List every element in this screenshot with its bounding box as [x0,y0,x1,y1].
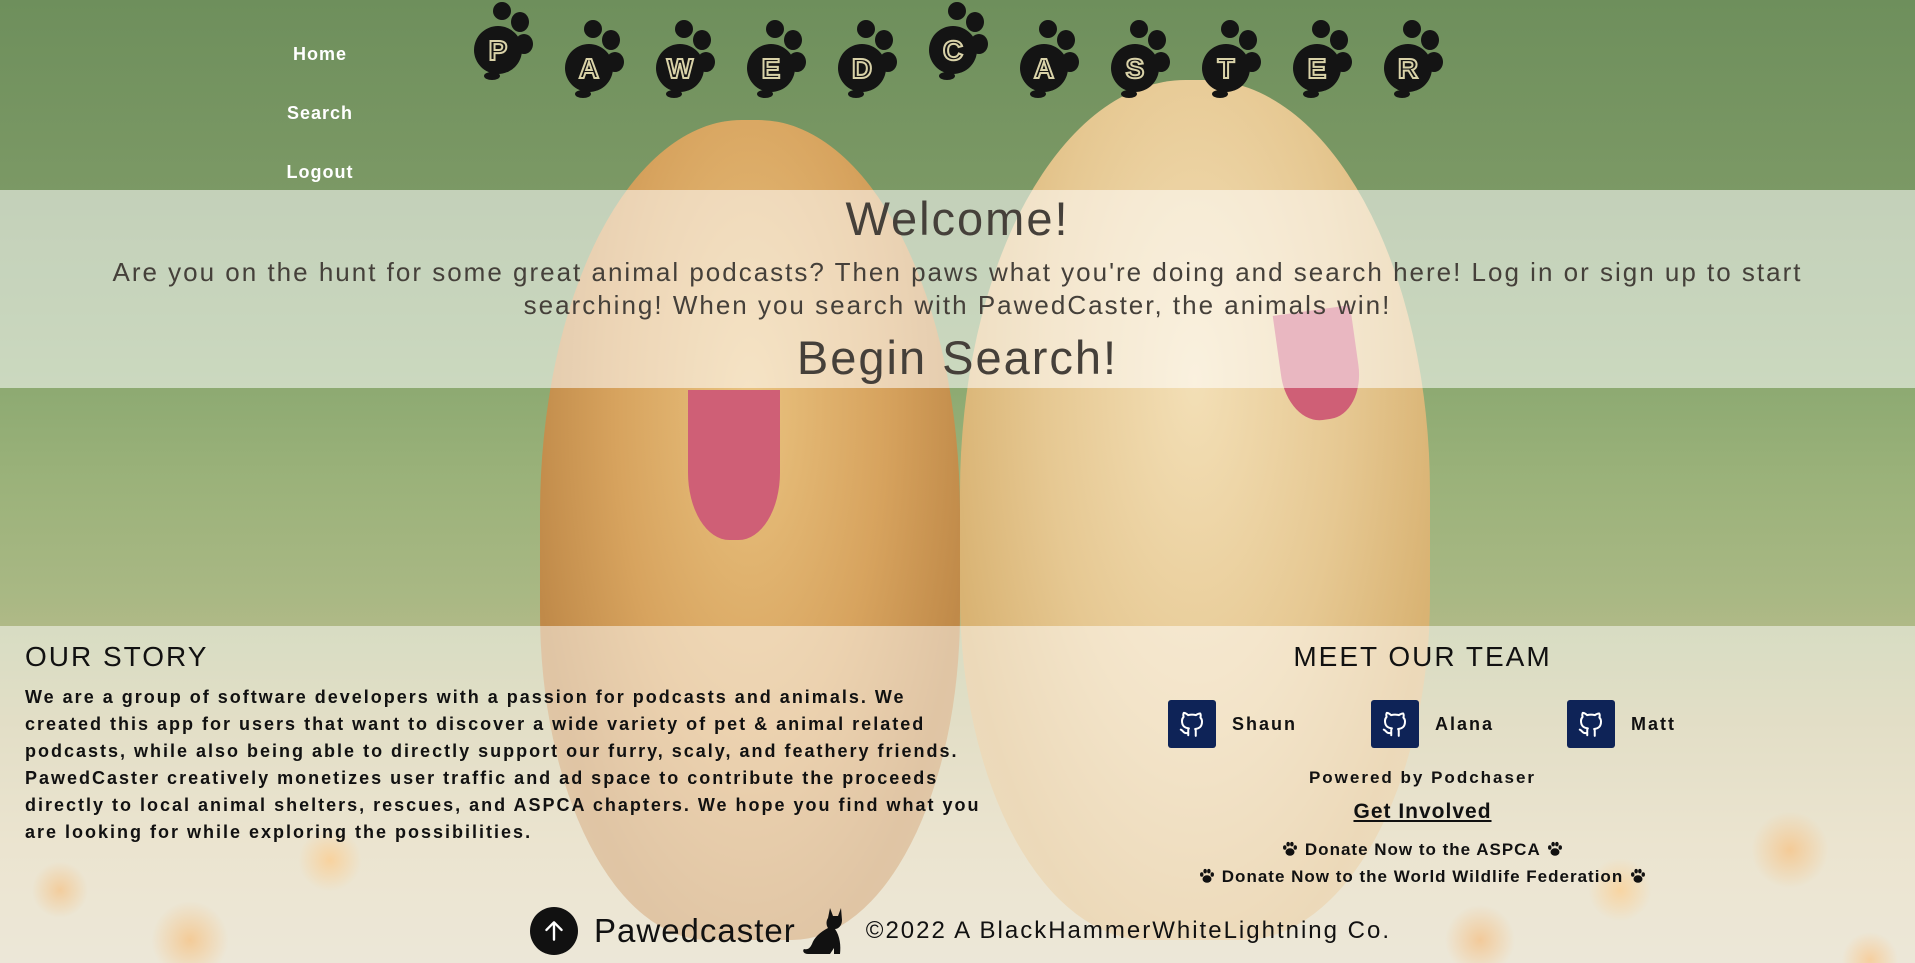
our-story-heading: OUR STORY [25,641,209,672]
logo-paw-a2: A [1008,20,1084,98]
scroll-to-top-button[interactable] [530,907,578,955]
svg-text:S: S [1126,53,1145,84]
pawedcaster-logo[interactable]: P A W E D C A S T E R [462,0,1462,100]
team-member-name: Shaun [1232,713,1298,734]
team-member-name: Alana [1435,713,1495,734]
svg-text:P: P [489,35,508,66]
powered-by-podchaser[interactable]: Powered by Podchaser [1180,768,1665,788]
paw-icon [1630,868,1645,883]
svg-text:E: E [762,53,781,84]
team-member-matt[interactable]: Matt [1567,700,1676,748]
logo-paw-r: R [1372,20,1448,98]
footer: OUR STORY We are a group of software dev… [0,626,1915,963]
nav-search[interactable]: Search [270,91,370,150]
footer-brand-line: Pawedcaster ©2022 A BlackHammerWhiteLigh… [530,906,1391,956]
nav-home[interactable]: Home [270,32,370,91]
github-icon[interactable] [1168,700,1216,748]
cat-icon [802,908,842,954]
logo-paw-e: E [735,20,811,98]
copyright-text: ©2022 A BlackHammerWhiteLightning Co. [865,917,1392,944]
svg-text:C: C [943,35,963,66]
logo-paw-c: C [917,2,993,80]
team-member-shaun[interactable]: Shaun [1168,700,1297,748]
donate-aspca-label: Donate Now to the ASPCA [1304,840,1541,859]
paw-icon [1547,841,1562,856]
footer-brand-name: Pawedcaster [594,912,796,949]
begin-search-link[interactable]: Begin Search! [0,330,1915,386]
team-member-alana[interactable]: Alana [1371,700,1494,748]
svg-text:W: W [667,53,694,84]
welcome-title: Welcome! [845,192,1070,245]
donate-aspca-link[interactable]: Donate Now to the ASPCA [1130,840,1715,860]
donate-wwf-label: Donate Now to the World Wildlife Federat… [1221,867,1624,886]
get-involved-heading[interactable]: Get Involved [1180,800,1665,824]
logo-paw-s: S [1099,20,1175,98]
main-nav: Home Search Logout [270,32,370,209]
svg-text:D: D [852,53,872,84]
github-icon[interactable] [1371,700,1419,748]
team-member-name: Matt [1631,713,1676,734]
arrow-up-icon [545,921,563,941]
logo-paw-w: W [644,20,720,98]
github-icon[interactable] [1567,700,1615,748]
welcome-banner: Welcome! Are you on the hunt for some gr… [0,190,1915,388]
svg-text:T: T [1217,53,1234,84]
meet-our-team-heading: MEET OUR TEAM [1293,641,1552,672]
donate-wwf-link[interactable]: Donate Now to the World Wildlife Federat… [1130,867,1715,887]
logo-paw-t: T [1190,20,1266,98]
logo-paw-e2: E [1281,20,1357,98]
svg-text:R: R [1398,53,1418,84]
puppy-left-tongue [688,390,780,540]
welcome-text: Are you on the hunt for some great anima… [112,257,1803,320]
logo-paw-a: A [553,20,629,98]
logo-paw-p: P [462,2,538,80]
paw-icon [1200,868,1215,883]
logo-paw-d: D [826,20,902,98]
paw-icon [1283,841,1298,856]
svg-text:A: A [579,53,599,84]
our-story-text: We are a group of software developers wi… [25,687,981,842]
svg-text:E: E [1308,53,1327,84]
svg-text:A: A [1034,53,1054,84]
